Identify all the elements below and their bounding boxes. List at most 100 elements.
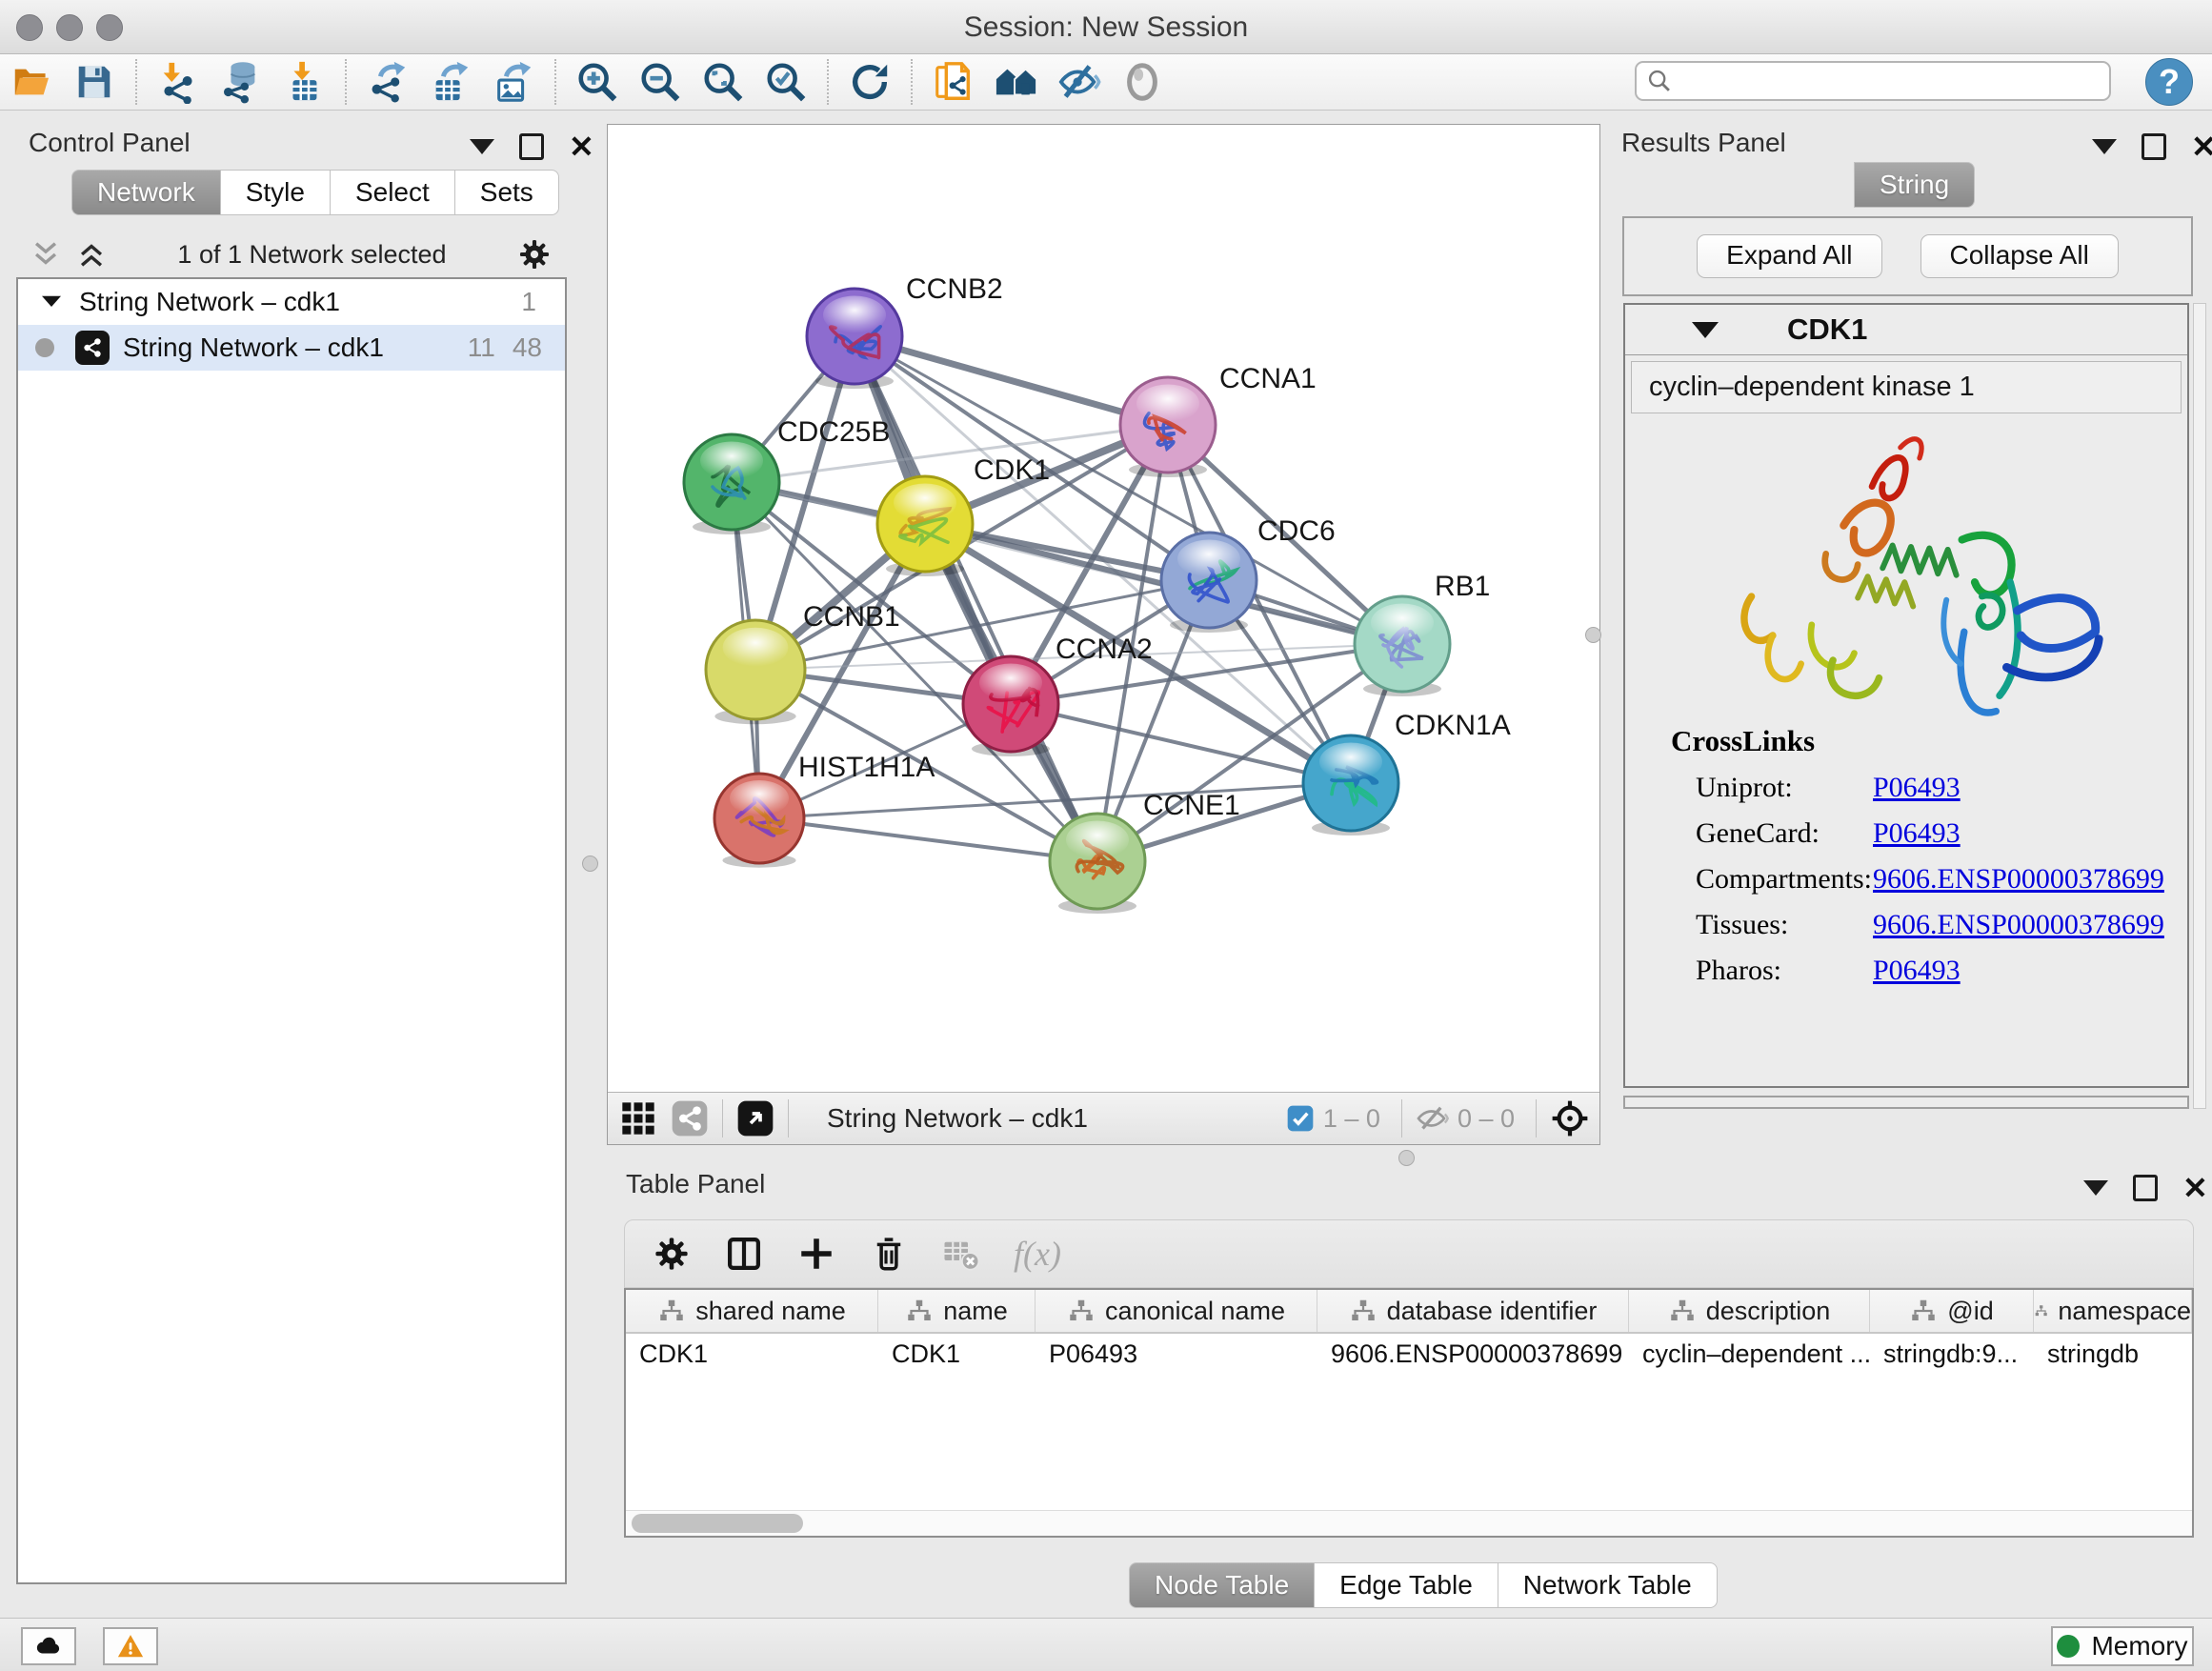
- float-panel-icon[interactable]: [2142, 133, 2166, 160]
- column-header-name[interactable]: name: [878, 1290, 1036, 1332]
- tree-expander-icon[interactable]: [37, 288, 66, 316]
- export-image-button[interactable]: [482, 56, 545, 108]
- column-header-shared-name[interactable]: shared name: [626, 1290, 878, 1332]
- collapse-all-button[interactable]: Collapse All: [1920, 234, 2119, 278]
- network-node-label: CCNB2: [906, 273, 1003, 305]
- gear-icon[interactable]: [516, 236, 553, 272]
- toolbar-search: [1635, 61, 2111, 101]
- tab-node-table[interactable]: Node Table: [1129, 1562, 1315, 1608]
- memory-button[interactable]: Memory: [2051, 1626, 2194, 1666]
- network-row[interactable]: String Network – cdk1 11 48: [18, 325, 565, 371]
- network-collection-row[interactable]: String Network – cdk1 1: [18, 279, 565, 325]
- toolbar-separator: [827, 59, 829, 105]
- network-view-panel: CCNB2CCNA1CDC25BCDK1CDC6RB1CCNB1CCNA2CDK…: [607, 124, 1600, 1145]
- selected-checkbox-icon[interactable]: [1285, 1103, 1316, 1134]
- tab-sets[interactable]: Sets: [455, 170, 559, 215]
- crosslink-link[interactable]: 9606.ENSP00000378699: [1873, 909, 2164, 941]
- crosslink-link[interactable]: P06493: [1873, 772, 1961, 804]
- zoom-fit-button[interactable]: [692, 56, 754, 108]
- hide-selected-button[interactable]: [1048, 56, 1111, 108]
- zoom-selected-button[interactable]: [754, 56, 817, 108]
- import-network-button[interactable]: [147, 56, 210, 108]
- tab-network[interactable]: Network: [71, 170, 221, 215]
- hierarchy-icon: [1909, 1297, 1938, 1325]
- show-all-button[interactable]: [1111, 56, 1174, 108]
- table-cell[interactable]: P06493: [1036, 1339, 1317, 1369]
- crosslink-link[interactable]: 9606.ENSP00000378699: [1873, 863, 2164, 896]
- expand-all-icon[interactable]: [75, 238, 108, 271]
- table-cell[interactable]: stringdb:9...: [1870, 1339, 2034, 1369]
- float-panel-icon[interactable]: [2133, 1175, 2158, 1201]
- node-details-header[interactable]: CDK1: [1625, 305, 2187, 355]
- column-header-description[interactable]: description: [1629, 1290, 1870, 1332]
- horizontal-splitter-handle[interactable]: [1398, 1150, 1415, 1166]
- expand-all-button[interactable]: Expand All: [1697, 234, 1881, 278]
- vertical-splitter-handle[interactable]: [582, 856, 598, 872]
- export-table-button[interactable]: [419, 56, 482, 108]
- save-session-button[interactable]: [63, 56, 126, 108]
- search-input[interactable]: [1673, 66, 2100, 97]
- network-canvas[interactable]: CCNB2CCNA1CDC25BCDK1CDC6RB1CCNB1CCNA2CDK…: [608, 125, 1599, 1093]
- column-header-canonical-name[interactable]: canonical name: [1036, 1290, 1317, 1332]
- results-scrollbar[interactable]: [2193, 303, 2206, 1109]
- collapse-all-icon[interactable]: [30, 238, 62, 271]
- table-cell[interactable]: stringdb: [2034, 1339, 2192, 1369]
- add-column-icon[interactable]: [796, 1234, 836, 1274]
- panel-menu-icon[interactable]: [2083, 1180, 2108, 1196]
- crosslink-link[interactable]: P06493: [1873, 955, 1961, 987]
- toolbar-separator: [911, 59, 913, 105]
- close-panel-icon[interactable]: ✕: [569, 136, 594, 157]
- zoom-in-button[interactable]: [566, 56, 629, 108]
- table-row[interactable]: CDK1CDK1P064939606.ENSP00000378699cyclin…: [626, 1334, 2192, 1374]
- table-cell[interactable]: 9606.ENSP00000378699: [1317, 1339, 1629, 1369]
- apply-layout-button[interactable]: [838, 56, 901, 108]
- first-neighbors-button[interactable]: [985, 56, 1048, 108]
- tab-style[interactable]: Style: [221, 170, 331, 215]
- crosslink-link[interactable]: P06493: [1873, 817, 1961, 850]
- delete-column-icon[interactable]: [869, 1234, 909, 1274]
- cloud-status-button[interactable]: [21, 1627, 76, 1665]
- new-network-from-selection-button[interactable]: [922, 56, 985, 108]
- toolbar-separator: [1401, 1099, 1402, 1137]
- help-button[interactable]: ?: [2145, 58, 2193, 106]
- zoom-selected-icon: [764, 60, 808, 104]
- collapse-entry-icon[interactable]: [1692, 322, 1719, 338]
- tab-edge-table[interactable]: Edge Table: [1315, 1562, 1498, 1608]
- column-header-database-identifier[interactable]: database identifier: [1317, 1290, 1629, 1332]
- toolbar-separator: [345, 59, 347, 105]
- import-table-button[interactable]: [272, 56, 335, 108]
- close-panel-icon[interactable]: ✕: [2191, 136, 2212, 157]
- tab-network-table[interactable]: Network Table: [1498, 1562, 1718, 1608]
- tab-string[interactable]: String: [1854, 162, 1975, 208]
- scrollbar-thumb[interactable]: [632, 1514, 803, 1533]
- close-panel-icon[interactable]: ✕: [2182, 1178, 2208, 1198]
- network-node-label: CCNE1: [1143, 790, 1240, 821]
- delete-table-icon: [941, 1234, 981, 1274]
- crosslink-label: Uniprot:: [1696, 772, 1873, 804]
- export-network-button[interactable]: [356, 56, 419, 108]
- table-cell[interactable]: cyclin–dependent ...: [1629, 1339, 1870, 1369]
- network-tree: String Network – cdk1 1 String Network –…: [16, 277, 567, 1584]
- hidden-counts: 0 – 0: [1458, 1104, 1515, 1134]
- table-cell[interactable]: CDK1: [626, 1339, 878, 1369]
- table-cell[interactable]: CDK1: [878, 1339, 1036, 1369]
- grid-view-icon[interactable]: [619, 1099, 657, 1137]
- table-settings-gear-icon[interactable]: [652, 1234, 692, 1274]
- center-view-icon[interactable]: [1550, 1098, 1590, 1138]
- zoom-out-button[interactable]: [629, 56, 692, 108]
- float-panel-icon[interactable]: [519, 133, 544, 160]
- birds-eye-view-icon[interactable]: [736, 1099, 774, 1137]
- warnings-button[interactable]: [103, 1627, 158, 1665]
- panel-menu-icon[interactable]: [2092, 139, 2117, 154]
- panel-menu-icon[interactable]: [470, 139, 494, 154]
- network-share-icon[interactable]: [671, 1099, 709, 1137]
- table-horizontal-scrollbar[interactable]: [626, 1510, 2192, 1536]
- tab-select[interactable]: Select: [331, 170, 455, 215]
- column-header-namespace[interactable]: namespace: [2034, 1290, 2192, 1332]
- show-columns-icon[interactable]: [724, 1234, 764, 1274]
- column-header--id[interactable]: @id: [1870, 1290, 2034, 1332]
- import-network-from-database-button[interactable]: [210, 56, 272, 108]
- open-session-button[interactable]: [0, 56, 63, 108]
- vertical-splitter-handle[interactable]: [1585, 627, 1601, 643]
- node-table: shared namenamecanonical namedatabase id…: [624, 1288, 2194, 1538]
